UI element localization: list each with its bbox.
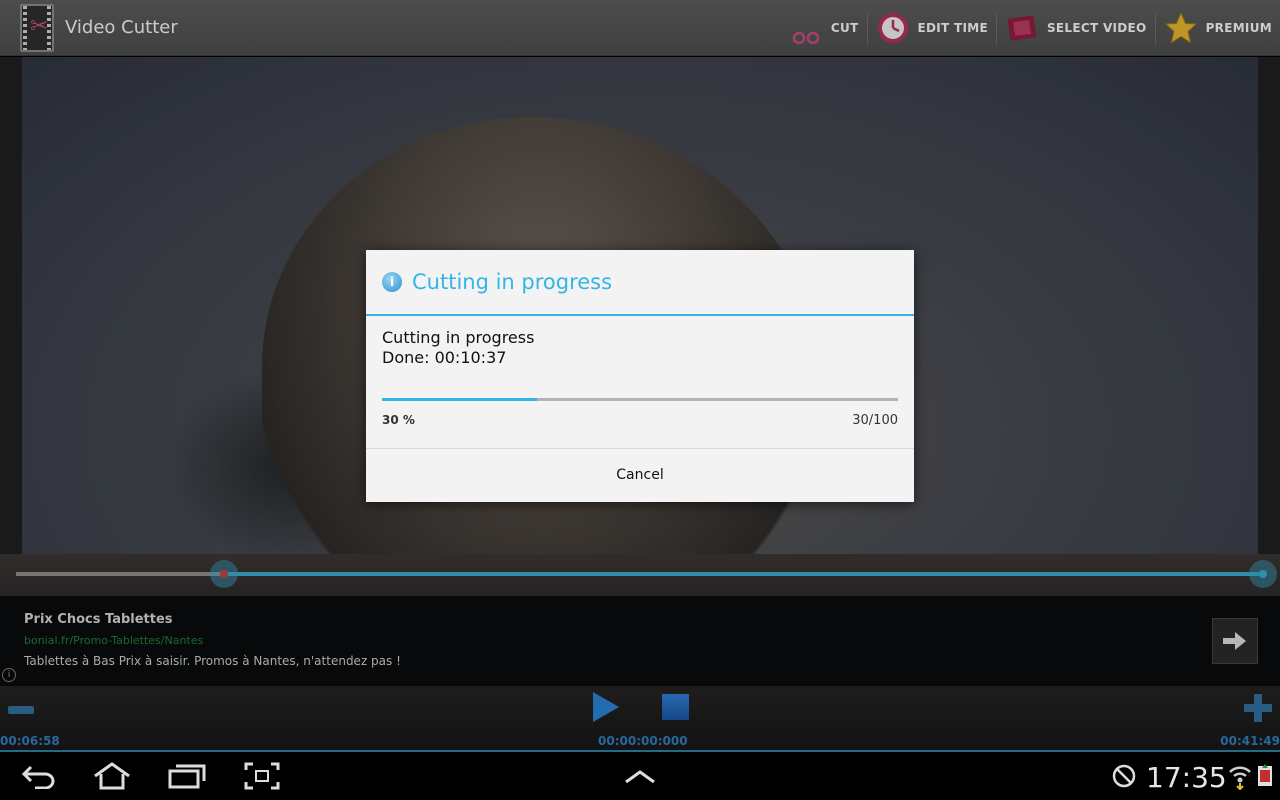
status-clock: 17:35 (1146, 761, 1227, 794)
screenshot-icon[interactable] (240, 758, 284, 794)
no-signal-icon (1104, 758, 1144, 794)
dialog-footer: Cancel (366, 448, 914, 500)
notification-icon (1252, 758, 1278, 794)
chevron-up-icon[interactable] (618, 758, 662, 794)
progress-dialog: i Cutting in progress Cutting in progres… (366, 250, 914, 502)
dialog-done-time: Done: 00:10:37 (382, 348, 507, 367)
dialog-header: i Cutting in progress (366, 250, 914, 316)
wifi-icon (1226, 758, 1254, 794)
info-icon: i (382, 272, 402, 292)
progress-percent: 30 % (382, 413, 415, 427)
progress-bar (382, 398, 898, 401)
back-icon[interactable] (17, 758, 61, 794)
progress-bar-fill (382, 398, 537, 401)
cancel-button[interactable]: Cancel (366, 449, 914, 500)
system-nav-bar: 17:35 (0, 752, 1280, 800)
dialog-title: Cutting in progress (412, 270, 613, 294)
progress-count: 30/100 (852, 413, 898, 428)
recent-apps-icon[interactable] (165, 758, 209, 794)
home-icon[interactable] (90, 758, 134, 794)
dialog-message: Cutting in progress (382, 328, 535, 347)
dialog-body: Cutting in progress Done: 00:10:37 30 % … (366, 316, 914, 448)
